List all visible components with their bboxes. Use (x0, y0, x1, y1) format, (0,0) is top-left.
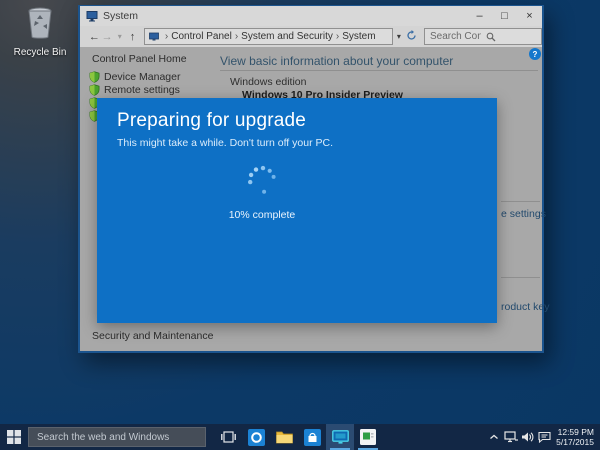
taskbar-clock[interactable]: 12:59 PM 5/17/2015 (556, 427, 594, 447)
sidebar-item-device-manager[interactable]: Device Manager (89, 71, 180, 83)
task-view-icon (221, 431, 236, 443)
speaker-icon (521, 431, 534, 443)
system-window-icon (86, 10, 98, 22)
upgrade-subtitle: This might take a while. Don't turn off … (117, 137, 497, 149)
shield-icon (89, 71, 100, 83)
forward-icon[interactable]: → (101, 31, 114, 43)
refresh-icon[interactable] (405, 30, 418, 44)
progress-text: 10% complete (202, 209, 322, 221)
action-center-tray-button[interactable] (536, 431, 553, 443)
address-bar[interactable]: › Control Panel › System and Security › … (144, 28, 393, 45)
action-center-icon (538, 431, 551, 443)
close-button[interactable]: × (517, 6, 542, 26)
back-icon[interactable]: ← (88, 31, 101, 43)
breadcrumb-control-panel[interactable]: Control Panel (171, 31, 232, 42)
upgrade-title: Preparing for upgrade (117, 110, 497, 132)
recycle-bin[interactable]: Recycle Bin (10, 6, 70, 58)
divider (501, 201, 540, 202)
security-and-maintenance-link[interactable]: Security and Maintenance (92, 330, 213, 342)
search-icon (486, 32, 537, 42)
divider (501, 277, 540, 278)
control-panel-search-placeholder: Search Control Panel (430, 31, 481, 42)
spinner-icon (242, 160, 282, 200)
folder-icon (276, 430, 293, 444)
desktop: Recycle Bin System – □ × ← → ▾ ↑ (0, 0, 600, 450)
shield-icon (89, 84, 100, 96)
insider-hub-icon (360, 429, 376, 445)
sidebar-item-label: Device Manager (104, 71, 180, 83)
change-product-key-link-partial[interactable]: roduct key (501, 301, 549, 313)
volume-tray-button[interactable] (519, 431, 536, 443)
edge-icon (248, 429, 265, 446)
network-icon (504, 431, 518, 443)
maximize-button[interactable]: □ (492, 6, 517, 26)
divider (220, 70, 538, 71)
progress-block: 10% complete (202, 160, 322, 221)
system-control-panel-button[interactable] (326, 424, 354, 450)
taskbar: Search the web and Windows (0, 424, 600, 450)
sidebar-item-remote-settings[interactable]: Remote settings (89, 84, 180, 96)
show-hidden-icons-chevron[interactable] (485, 433, 502, 441)
start-button[interactable] (0, 424, 28, 450)
taskbar-search-input[interactable]: Search the web and Windows (28, 427, 206, 447)
crumb-separator: › (165, 31, 168, 42)
title-bar[interactable]: System – □ × (80, 6, 542, 26)
crumb-separator: › (235, 31, 238, 42)
minimize-button[interactable]: – (467, 6, 492, 26)
change-settings-link-partial[interactable]: e settings (501, 208, 546, 220)
help-icon[interactable]: ? (529, 48, 541, 60)
system-app-icon (332, 430, 349, 444)
up-icon[interactable]: ↑ (126, 31, 139, 43)
page-title: View basic information about your comput… (220, 54, 453, 68)
network-tray-button[interactable] (502, 431, 519, 443)
recycle-bin-label: Recycle Bin (10, 47, 70, 58)
insider-hub-button[interactable] (354, 424, 382, 450)
chevron-up-icon (489, 433, 499, 441)
store-bag-icon (304, 429, 321, 446)
store-button[interactable] (298, 424, 326, 450)
clock-time: 12:59 PM (556, 427, 594, 437)
recycle-bin-icon (25, 27, 55, 44)
breadcrumb-system[interactable]: System (342, 31, 375, 42)
breadcrumb-system-and-security[interactable]: System and Security (241, 31, 333, 42)
windows-edition-label: Windows edition (230, 76, 306, 88)
sidebar-item-control-panel-home[interactable]: Control Panel Home (92, 53, 187, 65)
clock-date: 5/17/2015 (556, 437, 594, 447)
crumb-separator: › (336, 31, 339, 42)
upgrade-overlay: Preparing for upgrade This might take a … (97, 98, 497, 323)
sidebar-item-label: Remote settings (104, 84, 180, 96)
windows-logo-icon (7, 430, 21, 444)
task-view-button[interactable] (214, 424, 242, 450)
file-explorer-button[interactable] (270, 424, 298, 450)
navigation-toolbar: ← → ▾ ↑ › Control Panel › System and Sec… (80, 26, 542, 47)
recent-pages-icon[interactable]: ▾ (113, 32, 126, 41)
window-title: System (103, 10, 138, 22)
edge-browser-button[interactable] (242, 424, 270, 450)
taskbar-search-placeholder: Search the web and Windows (37, 432, 169, 443)
control-panel-icon (149, 32, 159, 42)
control-panel-search[interactable]: Search Control Panel (424, 28, 542, 45)
address-dropdown-icon[interactable]: ▾ (393, 32, 406, 41)
